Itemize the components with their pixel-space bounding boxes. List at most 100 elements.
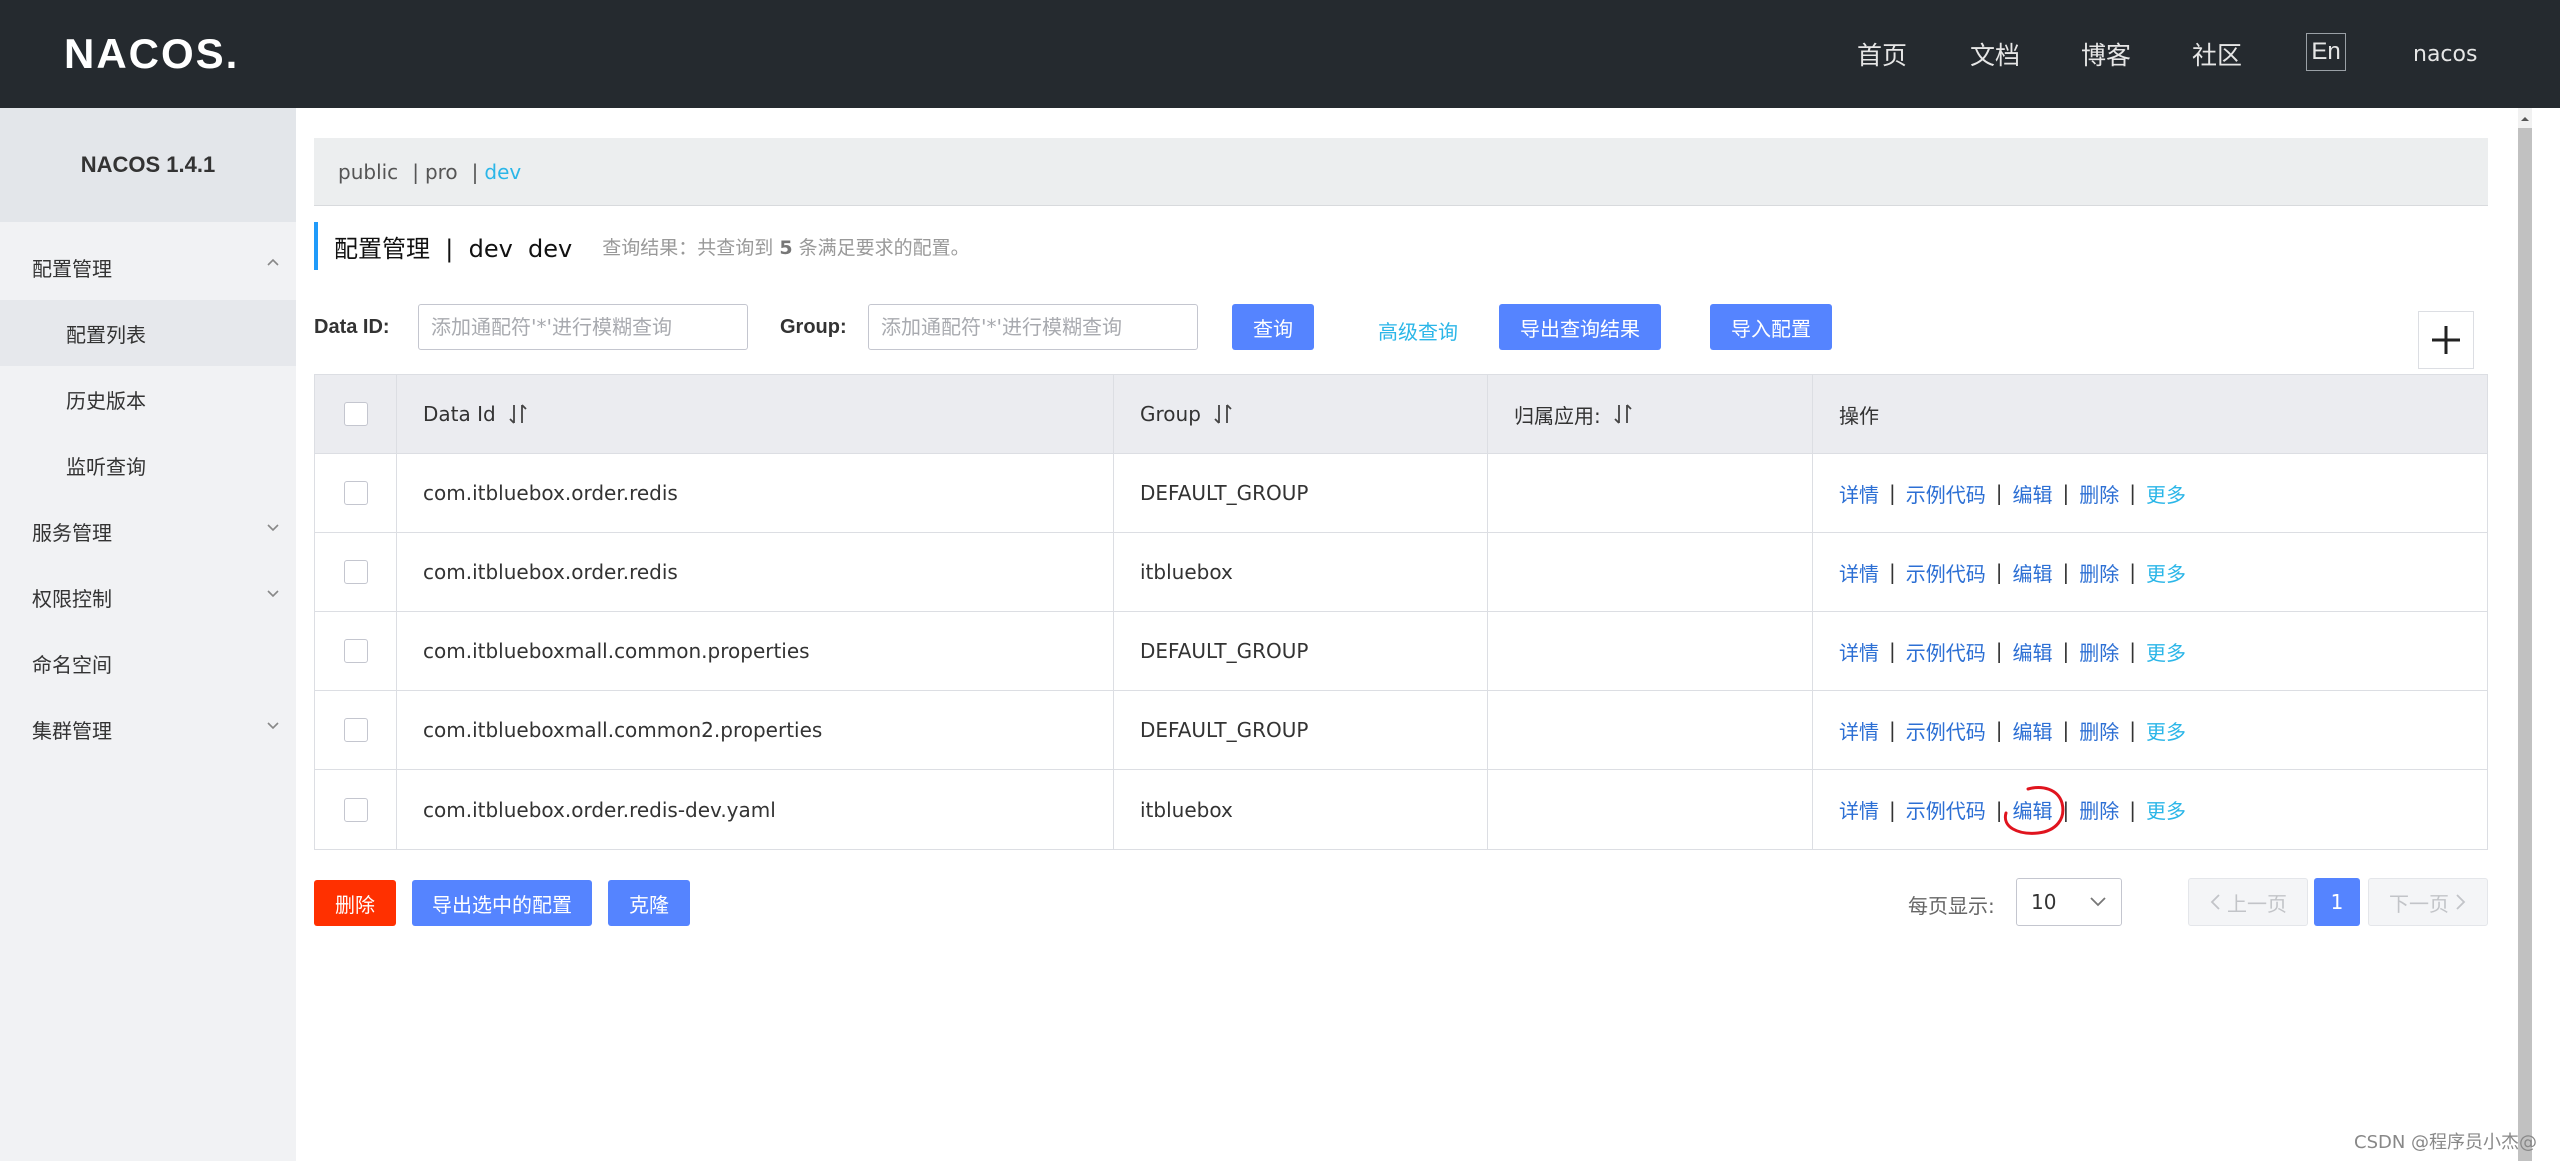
sidebar-item-cluster-management[interactable]: 集群管理	[0, 696, 296, 762]
nav-home[interactable]: 首页	[1857, 36, 1907, 72]
sidebar-item-listener-query[interactable]: 监听查询	[0, 432, 296, 498]
row-actions: 详情 | 示例代码 | 编辑 | 删除 | 更多	[1839, 479, 2186, 508]
sidebar-item-access-control[interactable]: 权限控制	[0, 564, 296, 630]
chevron-up-icon	[267, 258, 279, 266]
chevron-right-icon	[2456, 894, 2466, 910]
sidebar-item-namespace[interactable]: 命名空间	[0, 630, 296, 696]
edit-link[interactable]: 编辑	[2013, 558, 2053, 587]
delete-link[interactable]: 删除	[2079, 637, 2119, 666]
sample-code-link[interactable]: 示例代码	[1906, 716, 1986, 745]
watermark: CSDN @程序员小杰@	[2354, 1132, 2538, 1153]
sample-code-link[interactable]: 示例代码	[1906, 795, 1986, 824]
delete-link[interactable]: 删除	[2079, 795, 2119, 824]
details-link[interactable]: 详情	[1839, 716, 1879, 745]
edit-link[interactable]: 编辑	[2013, 479, 2053, 508]
chevron-down-icon	[2090, 897, 2106, 907]
dataid-label: Data ID:	[314, 316, 390, 338]
select-all-checkbox[interactable]	[343, 402, 368, 426]
sidebar-item-label: 命名空间	[32, 652, 112, 677]
bulk-delete-button[interactable]: 删除	[314, 880, 396, 926]
sidebar-item-label: 历史版本	[66, 388, 146, 413]
sidebar-item-config-list[interactable]: 配置列表	[0, 300, 296, 366]
page-size-value: 10	[2031, 890, 2057, 914]
header-app[interactable]: 归属应用:	[1488, 375, 1813, 453]
edit-link[interactable]: 编辑	[2013, 637, 2053, 666]
sidebar-item-history[interactable]: 历史版本	[0, 366, 296, 432]
delete-link[interactable]: 删除	[2079, 716, 2119, 745]
namespace-public[interactable]: public	[338, 160, 398, 184]
sample-code-link[interactable]: 示例代码	[1906, 479, 1986, 508]
chevron-down-icon	[267, 722, 279, 730]
page-number-current[interactable]: 1	[2314, 878, 2360, 926]
details-link[interactable]: 详情	[1839, 558, 1879, 587]
advanced-query-link[interactable]: 高级查询	[1378, 316, 1458, 345]
nacos-logo[interactable]: NACOS.	[64, 30, 239, 78]
namespace-dev[interactable]: dev	[484, 160, 521, 184]
top-header: NACOS. 首页 文档 博客 社区 nacos En	[0, 0, 2560, 108]
delete-link[interactable]: 删除	[2079, 479, 2119, 508]
sort-icon[interactable]	[508, 403, 528, 425]
language-toggle-button[interactable]: En	[2306, 33, 2346, 71]
op-separator: |	[2062, 718, 2070, 742]
header-dataid[interactable]: Data Id	[397, 375, 1114, 453]
add-config-button[interactable]	[2418, 311, 2474, 369]
edit-link[interactable]: 编辑	[2013, 795, 2053, 824]
row-checkbox[interactable]	[343, 560, 368, 584]
sample-code-link[interactable]: 示例代码	[1906, 637, 1986, 666]
row-checkbox[interactable]	[343, 797, 368, 822]
op-separator: |	[1995, 797, 2003, 822]
delete-link[interactable]: 删除	[2079, 558, 2119, 587]
nav-blog[interactable]: 博客	[2081, 36, 2131, 72]
header-group[interactable]: Group	[1114, 375, 1488, 453]
nav-docs[interactable]: 文档	[1970, 36, 2020, 72]
row-checkbox[interactable]	[343, 639, 368, 663]
details-link[interactable]: 详情	[1839, 637, 1879, 666]
import-config-button[interactable]: 导入配置	[1710, 304, 1832, 350]
app-cell	[1488, 454, 1813, 532]
row-checkbox[interactable]	[343, 481, 368, 505]
op-separator: |	[1889, 797, 1896, 822]
namespace-pro[interactable]: pro	[425, 160, 458, 184]
row-actions: 详情 | 示例代码 | 编辑 | 删除 | 更多	[1839, 716, 2186, 745]
more-link[interactable]: 更多	[2146, 716, 2186, 745]
dataid-search-input[interactable]	[418, 304, 748, 350]
sidebar-item-config-management[interactable]: 配置管理	[0, 234, 296, 300]
next-page-label: 下一页	[2389, 891, 2449, 916]
table-header: Data Id Group 归属应用: 操作	[315, 375, 2487, 454]
group-search-input[interactable]	[868, 304, 1198, 350]
page-size-label: 每页显示:	[1908, 894, 1995, 918]
more-link[interactable]: 更多	[2146, 637, 2186, 666]
details-link[interactable]: 详情	[1839, 479, 1879, 508]
more-link[interactable]: 更多	[2146, 795, 2186, 824]
op-separator: |	[1889, 718, 1896, 742]
op-separator: |	[1889, 481, 1896, 505]
op-separator: |	[2129, 481, 2136, 505]
details-link[interactable]: 详情	[1839, 795, 1879, 824]
scrollbar-thumb[interactable]	[2518, 128, 2532, 1161]
clone-button[interactable]: 克隆	[608, 880, 690, 926]
sidebar-item-service-management[interactable]: 服务管理	[0, 498, 296, 564]
scroll-up-arrow-icon[interactable]	[2518, 112, 2532, 126]
page-size-select[interactable]: 10	[2016, 878, 2122, 926]
prev-page-button[interactable]: 上一页	[2188, 878, 2308, 926]
op-separator: |	[1995, 560, 2003, 584]
sort-icon[interactable]	[1213, 403, 1233, 425]
export-results-button[interactable]: 导出查询结果	[1499, 304, 1661, 350]
sort-icon[interactable]	[1613, 403, 1633, 425]
query-button[interactable]: 查询	[1232, 304, 1314, 350]
edit-link[interactable]: 编辑	[2013, 716, 2053, 745]
sidebar-item-label: 配置管理	[32, 256, 112, 281]
next-page-button[interactable]: 下一页	[2368, 878, 2488, 926]
sample-code-link[interactable]: 示例代码	[1906, 558, 1986, 587]
dataid-cell: com.itbluebox.order.redis	[397, 533, 1114, 611]
user-name[interactable]: nacos	[2413, 42, 2477, 67]
page-title: 配置管理 | dev dev	[334, 234, 573, 263]
export-selected-button[interactable]: 导出选中的配置	[412, 880, 592, 926]
more-link[interactable]: 更多	[2146, 558, 2186, 587]
row-checkbox[interactable]	[343, 718, 368, 742]
op-separator: |	[1995, 481, 2003, 505]
more-link[interactable]: 更多	[2146, 479, 2186, 508]
app-cell	[1488, 533, 1813, 611]
op-separator: |	[2129, 560, 2136, 584]
nav-community[interactable]: 社区	[2192, 36, 2242, 72]
